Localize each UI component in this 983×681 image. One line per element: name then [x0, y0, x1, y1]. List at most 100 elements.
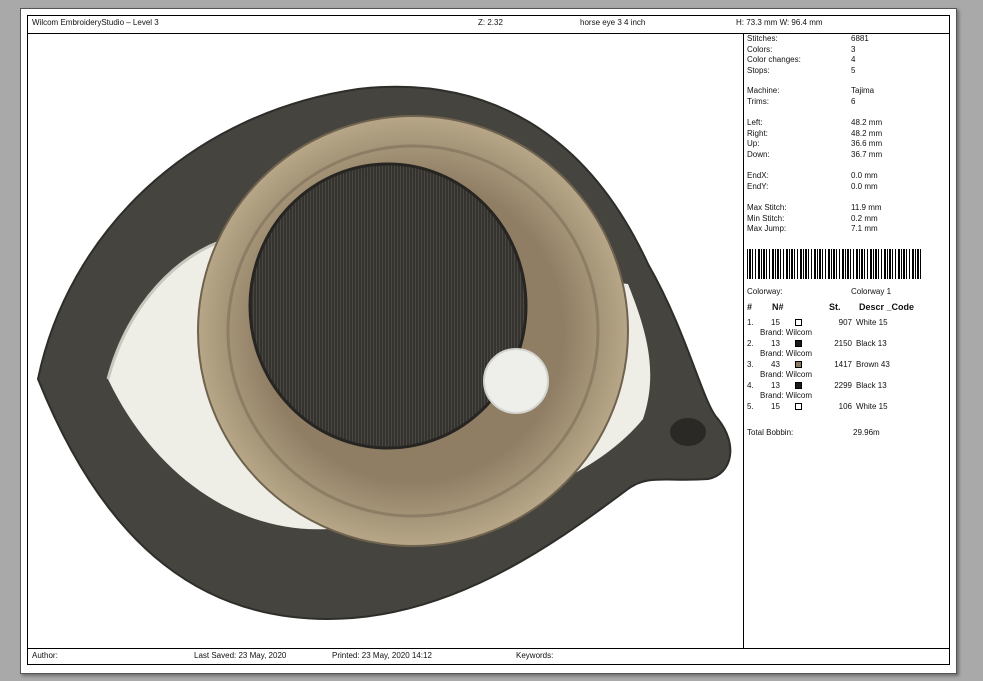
info-divider — [743, 34, 744, 649]
stat-value: 36.6 mm — [851, 139, 883, 148]
stitch-count: 106 — [838, 402, 852, 411]
total-bobbin-value: 29.96m — [853, 428, 880, 437]
stat-value: 5 — [851, 65, 856, 75]
thread-description: White 15 — [856, 318, 888, 327]
stat-row: Min Stitch: 0.2 mm — [747, 213, 878, 223]
stat-row: Color changes: 4 — [747, 55, 855, 64]
color-swatch — [795, 403, 802, 410]
row-index: 3. — [747, 360, 754, 369]
zoom-level: Z: 2.32 — [478, 18, 503, 27]
stat-value: 48.2 mm — [851, 128, 883, 138]
app-title: Wilcom EmbroideryStudio – Level 3 — [32, 18, 159, 27]
stat-label: Min Stitch: — [747, 213, 785, 223]
stat-value: 6 — [851, 96, 856, 106]
thread-brand: Brand: Wilcom — [760, 349, 813, 358]
thread-description: White 15 — [856, 402, 888, 411]
tear-duct — [670, 418, 706, 446]
colorway-label: Colorway: — [747, 287, 783, 296]
colorway-value: Colorway 1 — [851, 287, 892, 296]
stat-row: Stitches: 6881 — [747, 34, 869, 43]
stitch-count: 1417 — [834, 360, 852, 369]
design-dimensions: H: 73.3 mm W: 96.4 mm — [736, 18, 823, 27]
color-swatch — [795, 361, 802, 368]
stat-label: Colors: — [747, 44, 773, 54]
page-header: Wilcom EmbroideryStudio – Level 3 Z: 2.3… — [28, 16, 949, 34]
stat-row: Stops: 5 — [747, 65, 855, 75]
color-swatch — [795, 340, 802, 347]
stat-value: 0.0 mm — [851, 181, 878, 191]
footer-last-saved: Last Saved: 23 May, 2020 — [194, 651, 287, 660]
stat-row: Left: 48.2 mm — [747, 118, 882, 127]
thread-description: Black 13 — [856, 381, 887, 390]
stat-row: EndY: 0.0 mm — [747, 181, 878, 191]
stat-label: EndX: — [747, 171, 769, 180]
stat-row: EndX: 0.0 mm — [747, 171, 878, 180]
stat-label: Left: — [747, 118, 763, 127]
stat-row: Max Stitch: 11.9 mm — [747, 203, 882, 212]
stat-row: Up: 36.6 mm — [747, 139, 882, 148]
stat-label: Right: — [747, 128, 768, 138]
stat-label: Up: — [747, 139, 760, 148]
stat-row: Down: 36.7 mm — [747, 149, 882, 159]
stitch-count: 2299 — [834, 381, 852, 390]
page-footer: Author: Last Saved: 23 May, 2020 Printed… — [28, 648, 949, 664]
thread-number: 43 — [771, 360, 780, 369]
colorway-row: Colorway: Colorway 1 — [747, 287, 891, 296]
total-bobbin-label: Total Bobbin: — [747, 428, 794, 437]
thread-brand: Brand: Wilcom — [760, 391, 813, 400]
col-header-st: St. — [829, 302, 841, 312]
footer-printed: Printed: 23 May, 2020 14:12 — [332, 651, 432, 660]
thread-description: Brown 43 — [856, 360, 890, 369]
thread-number: 13 — [771, 381, 780, 390]
pupil — [248, 162, 528, 450]
stat-row: Machine: Tajima — [747, 86, 874, 95]
stat-label: Max Jump: — [747, 224, 787, 233]
stat-label: EndY: — [747, 181, 769, 191]
total-bobbin-row: Total Bobbin: 29.96m — [747, 428, 880, 437]
color-swatch — [795, 319, 802, 326]
color-swatch — [795, 382, 802, 389]
stat-value: 7.1 mm — [851, 224, 878, 233]
design-preview — [28, 34, 743, 649]
col-header-n: N# — [772, 302, 784, 312]
stitch-count: 2150 — [834, 339, 852, 348]
stat-row: Trims: 6 — [747, 96, 855, 106]
eye-highlight — [483, 348, 549, 414]
thread-number: 15 — [771, 318, 780, 327]
stat-label: Machine: — [747, 86, 780, 95]
stat-value: 48.2 mm — [851, 118, 883, 127]
barcode — [747, 249, 923, 279]
stitch-count: 907 — [838, 318, 852, 327]
stat-value: 3 — [851, 44, 856, 54]
stat-label: Stops: — [747, 65, 770, 75]
page-frame: Wilcom EmbroideryStudio – Level 3 Z: 2.3… — [27, 15, 950, 665]
stat-row: Max Jump: 7.1 mm — [747, 224, 878, 233]
stat-value: 0.0 mm — [851, 171, 878, 180]
design-name: horse eye 3 4 inch — [580, 18, 646, 27]
col-header-descr: Descr _Code — [859, 302, 915, 312]
row-index: 5. — [747, 402, 754, 411]
stat-value: 36.7 mm — [851, 149, 883, 159]
stat-value: Tajima — [851, 86, 875, 95]
stat-label: Trims: — [747, 96, 769, 106]
stat-row: Colors: 3 — [747, 44, 855, 54]
col-header-num: # — [747, 302, 753, 312]
row-index: 4. — [747, 381, 754, 390]
stat-value: 4 — [851, 55, 856, 64]
stat-label: Max Stitch: — [747, 203, 787, 212]
print-preview-sheet: Wilcom EmbroideryStudio – Level 3 Z: 2.3… — [20, 8, 957, 674]
thread-brand: Brand: Wilcom — [760, 370, 813, 379]
row-index: 2. — [747, 339, 754, 348]
stat-label: Stitches: — [747, 34, 778, 43]
stat-row: Right: 48.2 mm — [747, 128, 882, 138]
footer-keywords: Keywords: — [516, 651, 554, 660]
stat-label: Color changes: — [747, 55, 801, 64]
footer-author: Author: — [32, 651, 58, 660]
thread-number: 15 — [771, 402, 780, 411]
stat-label: Down: — [747, 149, 770, 159]
thread-description: Black 13 — [856, 339, 887, 348]
stat-value: 6881 — [851, 34, 869, 43]
thread-brand: Brand: Wilcom — [760, 328, 813, 337]
stat-value: 0.2 mm — [851, 213, 878, 223]
eye-embroidery-image — [36, 85, 732, 621]
